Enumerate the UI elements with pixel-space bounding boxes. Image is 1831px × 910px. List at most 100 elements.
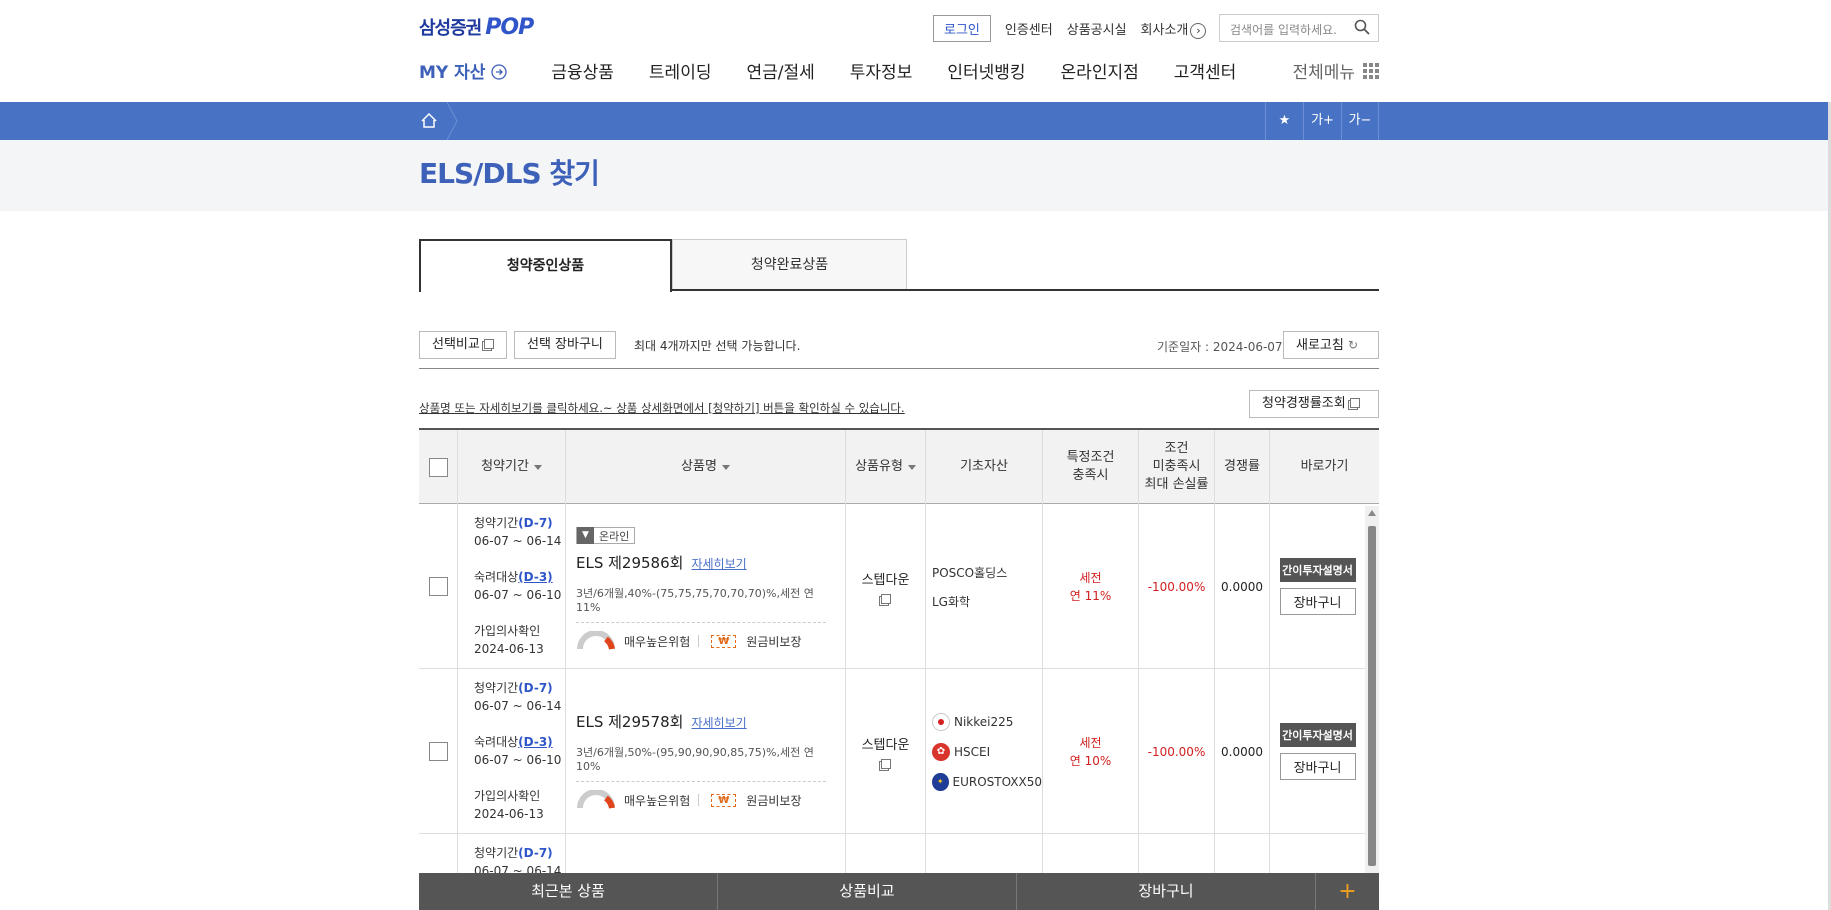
detail-link[interactable]: 자세히보기 [691,716,746,730]
nav-pension[interactable]: 연금/절세 [746,58,814,83]
favorite-star-icon[interactable]: ★ [1265,102,1303,140]
confirm-date: 2024-06-13 [474,807,544,821]
logo-text: 삼성증권 [419,18,482,39]
won-icon: ₩ [711,634,737,648]
all-menu-label: 전체메뉴 [1292,63,1355,83]
prospectus-button[interactable]: 간이투자설명서 [1279,558,1356,582]
competition-rate-button[interactable]: 청약경쟁률조회 [1249,390,1379,418]
font-down-button[interactable]: 가− [1341,102,1379,140]
nav-financial-products[interactable]: 금융상품 [551,58,614,83]
main-nav: MY 자산 금융상품 트레이딩 연금/절세 투자정보 인터넷뱅킹 온라인지점 고… [419,58,1379,83]
loss-value: -100.00% [1147,579,1206,594]
login-button[interactable]: 로그인 [933,15,991,42]
refresh-button[interactable]: 새로고침 ↻ [1283,331,1379,359]
period-range: 06-07 ~ 06-14 [474,699,562,713]
util-cert-link[interactable]: 인증센터 [1005,19,1053,38]
row-select-cell [419,669,457,834]
table-row: 청약기간(D-7) 06-07 ~ 06-14 숙려대상(D-3) 06-07 ~ … [419,669,1365,834]
scroll-thumb[interactable] [1368,526,1376,866]
popup-icon [1349,398,1360,408]
hongkong-flag-icon: ✿ [932,742,950,761]
arrow-circle-icon [491,64,508,80]
period-cell: 청약기간(D-7) 06-07 ~ 06-14 숙려대상(D-3) 06-07 ~ … [457,504,565,669]
logo-pop: POP [485,15,534,40]
th-asset: 기초자산 [925,430,1042,504]
table-scrollbar[interactable] [1365,506,1379,886]
asset-cell: Nikkei225 ✿ HSCEI ✦ EUROSTOXX50 [925,669,1042,834]
competition-cell: 0.0000 [1214,669,1269,834]
product-name-link[interactable]: ELS 제29578회 [576,713,683,731]
sort-down-icon [907,464,916,470]
product-compare-button[interactable]: 상품비교 [718,873,1017,910]
risk-gauge-icon [577,790,615,809]
loss-value: -100.00% [1147,744,1206,759]
th-special: 특정조건 충족시 [1042,430,1138,504]
all-menu-button[interactable]: 전체메뉴 [1292,58,1379,83]
nav-my-label: MY 자산 [419,63,486,83]
competition-cell [1214,834,1269,874]
online-badge-label: 온라인 [599,529,630,543]
util-company-link[interactable]: 회사소개 › [1141,19,1207,39]
row-checkbox[interactable] [428,742,448,761]
detail-link[interactable]: 자세히보기 [691,557,746,571]
competition-value: 0.0000 [1221,579,1263,594]
title-band: ELS/DLS 찾기 [0,140,1828,211]
nav-invest-info[interactable]: 투자정보 [850,58,913,83]
search-icon[interactable] [1354,19,1370,35]
product-desc: 3년/6개월,40%-(75,75,75,70,70,70)%,세전 연 11% [576,585,826,623]
cart-button[interactable]: 장바구니 [1017,873,1316,910]
compare-selected-button[interactable]: 선택비교 [419,331,507,359]
competition-rate-label: 청약경쟁률조회 [1262,396,1346,411]
th-type-label: 상품유형 [855,459,903,474]
special-rate: 연 10% [1069,753,1112,768]
online-badge: ▼ 온라인 [576,527,636,544]
util-disclosure-link[interactable]: 상품공시실 [1067,19,1127,38]
asset-label: HSCEI [954,744,991,759]
font-up-button[interactable]: 가+ [1303,102,1341,140]
special-rate: 연 11% [1069,588,1112,603]
nav-online-branch[interactable]: 온라인지점 [1061,58,1139,83]
popup-icon[interactable] [880,594,891,604]
tab-completed[interactable]: 청약완료상품 [672,239,907,289]
search-input[interactable]: 검색어를 입력하세요. [1219,14,1379,42]
tab-subscribing[interactable]: 청약중인상품 [419,239,672,292]
th-special-line2: 충족시 [1072,468,1109,483]
period-label: 청약기간 [474,846,519,860]
type-label[interactable]: 스텝다운 [862,569,910,588]
popup-icon[interactable] [880,759,891,769]
th-period[interactable]: 청약기간 [457,430,565,504]
asset-cell: POSCO홀딩스 LG화학 [925,504,1042,669]
row-select-cell [419,834,457,874]
th-competition: 경쟁률 [1214,430,1269,504]
select-all-checkbox[interactable] [428,457,448,477]
divider [698,635,700,647]
risk-gauge-icon [577,631,615,650]
type-label[interactable]: 스텝다운 [862,734,910,753]
scroll-up-icon[interactable] [1368,510,1376,516]
prospectus-button[interactable]: 간이투자설명서 [1279,723,1356,747]
principal-label: 원금비보장 [746,634,802,649]
th-loss-line2: 미충족시 [1152,459,1201,474]
add-cart-button[interactable]: 장바구니 [1279,588,1356,615]
home-icon[interactable] [419,111,439,131]
period-dday: (D-7) [518,516,553,530]
grid-menu-icon [1363,62,1379,79]
th-type[interactable]: 상품유형 [845,430,925,504]
quick-bar: 최근본 상품 상품비교 장바구니 + [419,873,1379,910]
row-checkbox[interactable] [428,577,448,596]
nav-trading[interactable]: 트레이딩 [649,58,712,83]
product-name-link[interactable]: ELS 제29586회 [576,554,683,572]
nav-customer-center[interactable]: 고객센터 [1174,58,1237,83]
product-tabs: 청약중인상품 청약완료상품 [419,239,1379,292]
logo[interactable]: 삼성증권 POP [419,14,534,40]
th-name[interactable]: 상품명 [565,430,845,504]
plus-icon[interactable]: + [1316,873,1379,910]
nav-my-assets[interactable]: MY 자산 [419,58,508,83]
recent-products-button[interactable]: 최근본 상품 [419,873,718,910]
asset-item: POSCO홀딩스 [932,565,1008,580]
cart-selected-button[interactable]: 선택 장바구니 [514,331,616,359]
nav-internet-banking[interactable]: 인터넷뱅킹 [947,58,1025,83]
period-range: 06-07 ~ 06-14 [474,534,562,548]
add-cart-button[interactable]: 장바구니 [1279,753,1356,780]
period-cell: 청약기간(D-7) 06-07 ~ 06-14 숙려대상(D-3) 06-07 ~ … [457,669,565,834]
